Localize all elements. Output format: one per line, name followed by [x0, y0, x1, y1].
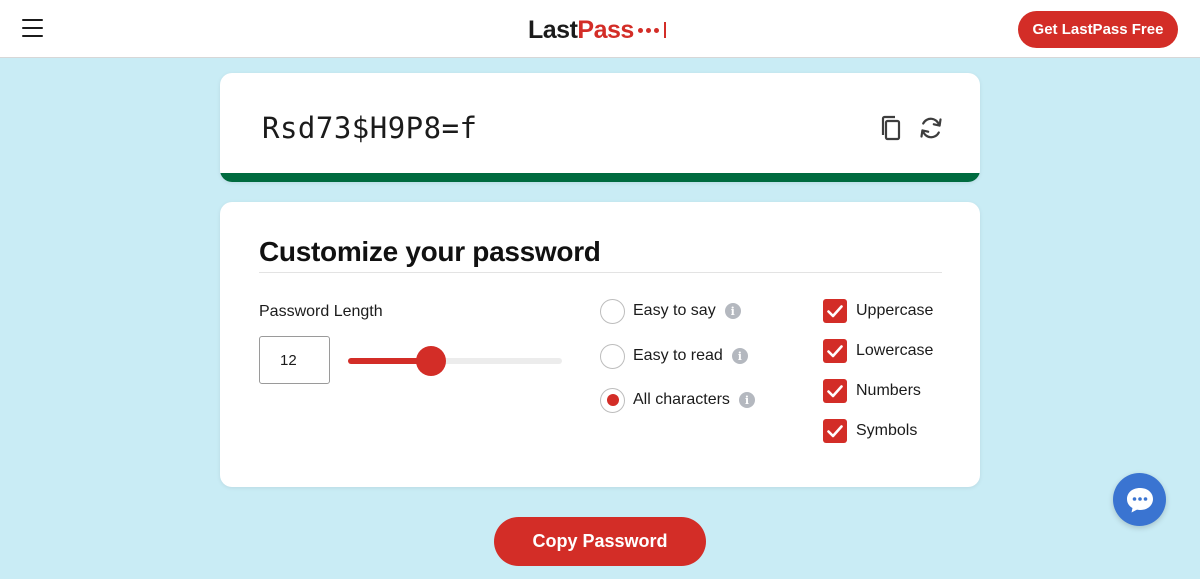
slider-thumb[interactable] — [416, 346, 447, 376]
generated-password-text[interactable]: Rsd73$H9P8=f — [262, 111, 478, 145]
refresh-icon[interactable] — [917, 114, 945, 142]
hamburger-menu-icon[interactable] — [22, 19, 43, 37]
customize-title: Customize your password — [259, 236, 601, 267]
get-lastpass-free-button[interactable]: Get LastPass Free — [1018, 11, 1178, 48]
radio-easy-to-say[interactable]: Easy to say i — [600, 298, 741, 324]
checkbox-symbols[interactable]: Symbols — [823, 418, 917, 444]
checkmark-icon[interactable] — [823, 419, 847, 443]
lastpass-logo[interactable]: Last Pass — [528, 14, 666, 46]
checkmark-icon[interactable] — [823, 339, 847, 363]
radio-label: All characters — [633, 391, 730, 408]
logo-dots-icon — [637, 22, 666, 38]
radio-all-characters[interactable]: All characters i — [600, 387, 755, 413]
radio-label: Easy to read — [633, 347, 723, 364]
checkbox-label: Numbers — [856, 382, 921, 399]
radio-button[interactable] — [600, 387, 625, 413]
logo-text-last: Last — [528, 15, 578, 44]
copy-password-button[interactable]: Copy Password — [494, 517, 706, 566]
chat-bubble-icon[interactable] — [1113, 473, 1166, 526]
radio-button[interactable] — [600, 343, 625, 369]
radio-easy-to-read[interactable]: Easy to read i — [600, 343, 748, 369]
checkbox-label: Symbols — [856, 422, 918, 439]
logo-text-pass: Pass — [577, 15, 634, 44]
copy-icon[interactable] — [878, 114, 906, 142]
radio-selected-dot — [606, 394, 619, 406]
customize-password-card: Customize your password Password Length … — [220, 202, 980, 487]
checkbox-numbers[interactable]: Numbers — [823, 378, 921, 404]
password-length-input[interactable] — [259, 336, 330, 384]
checkbox-lowercase[interactable]: Lowercase — [823, 338, 933, 364]
password-length-slider[interactable] — [348, 346, 562, 376]
checkbox-label: Uppercase — [856, 302, 934, 319]
radio-button[interactable] — [600, 298, 625, 324]
password-strength-bar — [220, 173, 980, 182]
info-icon[interactable]: i — [731, 348, 748, 364]
radio-label: Easy to say — [633, 302, 716, 319]
top-navigation-bar: Last Pass Get LastPass Free — [0, 0, 1200, 58]
checkbox-label: Lowercase — [856, 342, 934, 359]
checkmark-icon[interactable] — [823, 299, 847, 323]
info-icon[interactable]: i — [724, 303, 741, 319]
checkbox-uppercase[interactable]: Uppercase — [823, 298, 933, 324]
checkmark-icon[interactable] — [823, 379, 847, 403]
password-length-label: Password Length — [259, 303, 383, 320]
generated-password-card: Rsd73$H9P8=f — [220, 73, 980, 182]
title-divider — [259, 272, 942, 273]
info-icon[interactable]: i — [738, 392, 755, 408]
